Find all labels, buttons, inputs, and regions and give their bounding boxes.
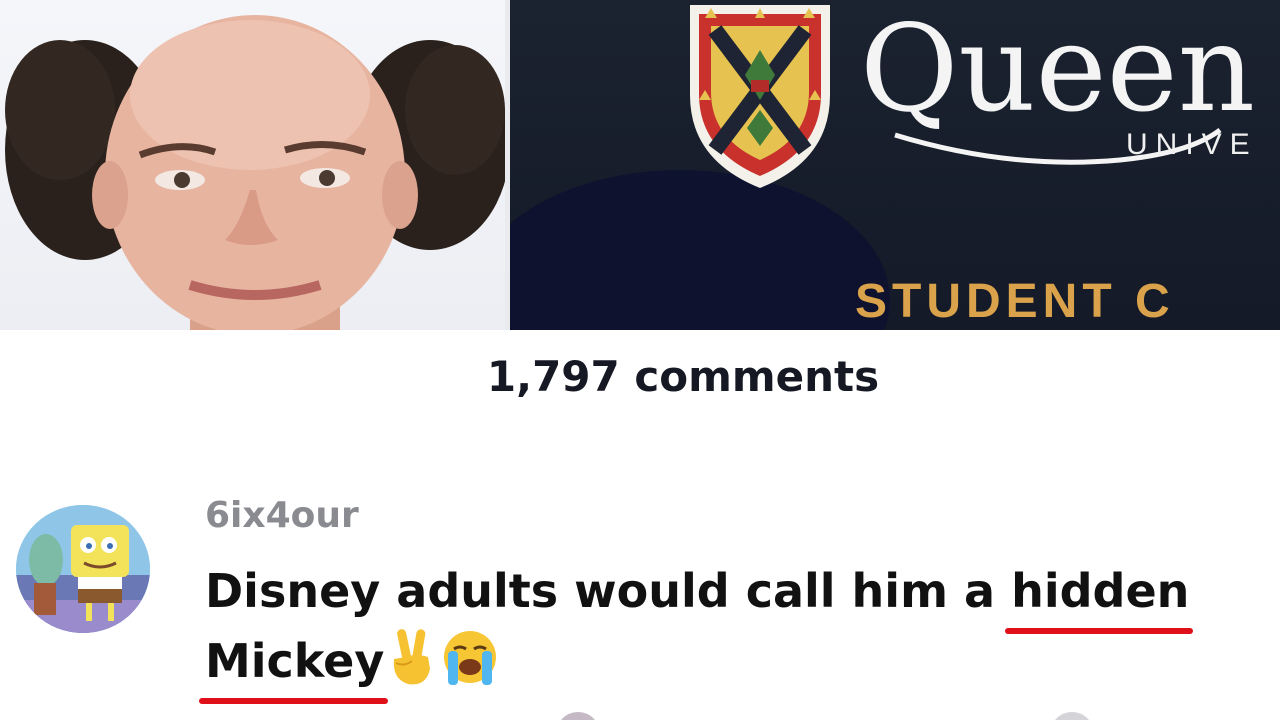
red-underline <box>1005 628 1194 634</box>
highlight-word-hidden: hidden <box>1005 556 1194 634</box>
card-footer-label: STUDENT C <box>855 275 1175 328</box>
comment-text-start: Disney adults would call him a <box>205 564 1012 618</box>
red-underline <box>199 698 389 704</box>
comment-avatar[interactable] <box>16 505 150 633</box>
next-comment-avatar[interactable] <box>556 712 600 720</box>
avatar-image <box>16 505 150 633</box>
post-photo[interactable]: Queen UNIVE STUDENT C <box>0 0 1280 330</box>
portrait-illustration <box>5 15 510 330</box>
next-comment-like-icon[interactable] <box>1050 712 1094 720</box>
comments-screen: Queen UNIVE STUDENT C 1,797 comments 6ix… <box>0 0 1280 720</box>
highlight-text-hidden: hidden <box>1011 564 1190 618</box>
comment-text: Disney adults would call him a hidden Mi… <box>199 556 1275 704</box>
card-shadow <box>510 170 890 330</box>
comments-count-title: 1,797 comments <box>486 352 880 401</box>
highlight-text-mickey: Mickey <box>205 634 385 688</box>
university-crest-icon <box>690 5 830 188</box>
comment-username[interactable]: 6ix4our <box>205 495 359 536</box>
student-card-photo: Queen UNIVE STUDENT C <box>510 0 1280 330</box>
highlight-word-mickey: Mickey <box>199 626 389 704</box>
loudly-crying-face-icon <box>444 631 497 685</box>
card-subtitle: UNIVE <box>1126 128 1258 161</box>
portrait-photo <box>0 0 510 330</box>
victory-hand-icon <box>394 629 431 685</box>
